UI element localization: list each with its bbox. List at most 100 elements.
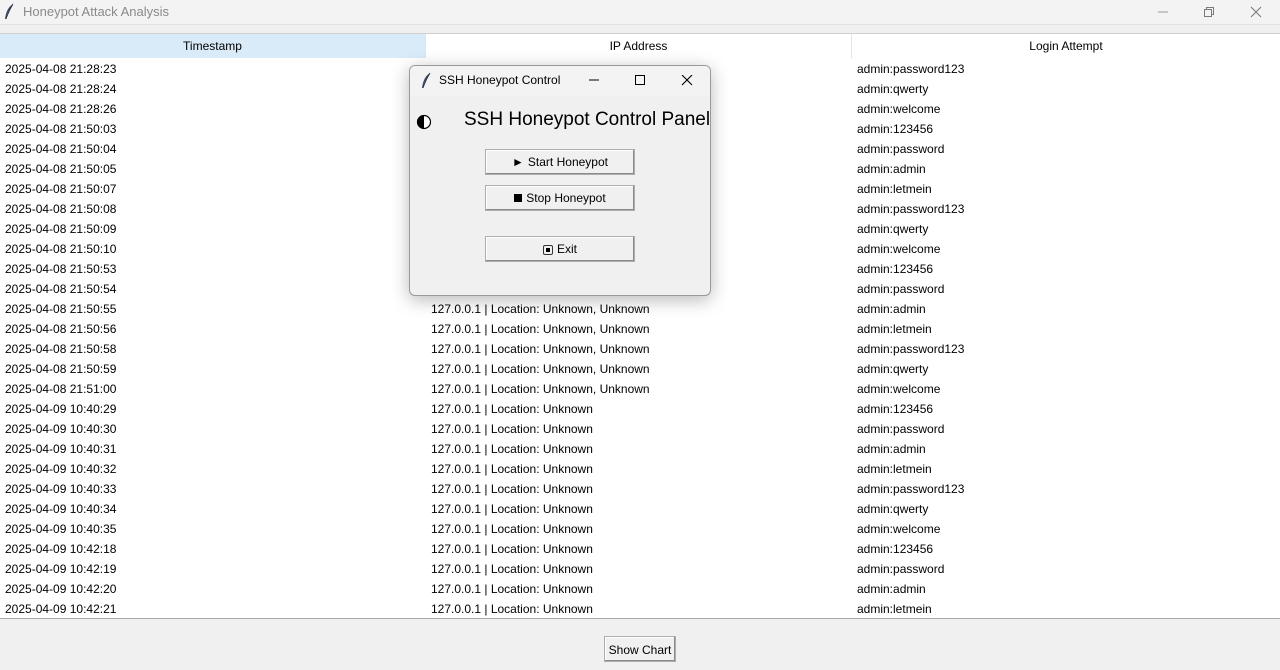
table-row[interactable]: 2025-04-09 10:40:30 127.0.0.1 | Location:… xyxy=(0,419,1280,439)
main-titlebar[interactable]: Honeypot Attack Analysis xyxy=(0,0,1280,25)
table-row[interactable]: 2025-04-09 10:40:29 127.0.0.1 | Location:… xyxy=(0,399,1280,419)
cell-login-attempt: admin:password123 xyxy=(857,482,965,496)
table-row[interactable]: 2025-04-09 10:40:33 127.0.0.1 | Location:… xyxy=(0,479,1280,499)
cell-timestamp: 2025-04-08 21:28:26 xyxy=(5,102,117,116)
cell-login-attempt: admin:admin xyxy=(857,302,926,316)
cell-timestamp: 2025-04-08 21:50:58 xyxy=(5,342,117,356)
cell-timestamp: 2025-04-09 10:42:20 xyxy=(5,582,117,596)
cell-login-attempt: admin:admin xyxy=(857,162,926,176)
column-header-login-attempt[interactable]: Login Attempt xyxy=(852,34,1280,58)
cell-login-attempt: admin:password123 xyxy=(857,202,965,216)
table-row[interactable]: 2025-04-09 10:42:20 127.0.0.1 | Location:… xyxy=(0,579,1280,599)
close-icon xyxy=(681,75,693,86)
cell-login-attempt: admin:123456 xyxy=(857,542,934,556)
dialog-titlebar[interactable]: SSH Honeypot Control xyxy=(410,66,710,96)
cell-login-attempt: admin:123456 xyxy=(857,262,934,276)
cell-timestamp: 2025-04-09 10:42:21 xyxy=(5,602,117,616)
stop-icon xyxy=(514,194,523,202)
cell-login-attempt: admin:qwerty xyxy=(857,362,929,376)
table-row[interactable]: 2025-04-08 21:50:55 127.0.0.1 | Location:… xyxy=(0,299,1280,319)
cell-timestamp: 2025-04-08 21:28:24 xyxy=(5,82,117,96)
cell-login-attempt: admin:password123 xyxy=(857,342,965,356)
cell-ip-address: 127.0.0.1 | Location: Unknown, Unknown xyxy=(431,342,650,356)
exit-icon xyxy=(542,245,553,255)
cell-ip-address: 127.0.0.1 | Location: Unknown xyxy=(431,402,593,416)
stop-honeypot-button[interactable]: Stop Honeypot xyxy=(485,185,635,211)
cell-ip-address: 127.0.0.1 | Location: Unknown xyxy=(431,542,593,556)
cell-timestamp: 2025-04-09 10:42:18 xyxy=(5,542,117,556)
panel-heading: SSH Honeypot Control Panel xyxy=(464,109,711,130)
cell-timestamp: 2025-04-08 21:50:54 xyxy=(5,282,117,296)
cell-timestamp: 2025-04-09 10:40:31 xyxy=(5,442,117,456)
cell-timestamp: 2025-04-08 21:50:53 xyxy=(5,262,117,276)
cell-ip-address: 127.0.0.1 | Location: Unknown, Unknown xyxy=(431,322,650,336)
cell-login-attempt: admin:welcome xyxy=(857,382,941,396)
table-row[interactable]: 2025-04-09 10:42:21 127.0.0.1 | Location:… xyxy=(0,599,1280,618)
cell-timestamp: 2025-04-09 10:40:34 xyxy=(5,502,117,516)
close-button[interactable] xyxy=(1233,0,1279,24)
table-row[interactable]: 2025-04-09 10:42:18 127.0.0.1 | Location:… xyxy=(0,539,1280,559)
feather-icon xyxy=(422,72,431,89)
exit-button[interactable]: Exit xyxy=(485,236,635,262)
dialog-close-button[interactable] xyxy=(664,66,710,96)
cell-login-attempt: admin:letmein xyxy=(857,602,932,616)
table-row[interactable]: 2025-04-09 10:42:19 127.0.0.1 | Location:… xyxy=(0,559,1280,579)
cell-ip-address: 127.0.0.1 | Location: Unknown xyxy=(431,502,593,516)
close-icon xyxy=(1250,6,1262,18)
cell-timestamp: 2025-04-08 21:50:04 xyxy=(5,142,117,156)
show-chart-button[interactable]: Show Chart xyxy=(604,636,676,662)
cell-timestamp: 2025-04-08 21:28:23 xyxy=(5,62,117,76)
table-row[interactable]: 2025-04-09 10:40:34 127.0.0.1 | Location:… xyxy=(0,499,1280,519)
minimize-button[interactable] xyxy=(1140,0,1186,24)
cell-login-attempt: admin:123456 xyxy=(857,122,934,136)
table-row[interactable]: 2025-04-08 21:51:00 127.0.0.1 | Location:… xyxy=(0,379,1280,399)
cell-login-attempt: admin:password123 xyxy=(857,62,965,76)
minimize-icon xyxy=(1158,11,1168,13)
cell-ip-address: 127.0.0.1 | Location: Unknown xyxy=(431,422,593,436)
cell-ip-address: 127.0.0.1 | Location: Unknown, Unknown xyxy=(431,362,650,376)
dialog-minimize-button[interactable] xyxy=(571,66,617,96)
half-circle-icon xyxy=(416,114,432,130)
cell-timestamp: 2025-04-09 10:42:19 xyxy=(5,562,117,576)
table-row[interactable]: 2025-04-08 21:50:59 127.0.0.1 | Location:… xyxy=(0,359,1280,379)
cell-login-attempt: admin:password xyxy=(857,422,945,436)
table-row[interactable]: 2025-04-09 10:40:32 127.0.0.1 | Location:… xyxy=(0,459,1280,479)
table-header: Timestamp IP Address Login Attempt xyxy=(0,34,1280,58)
cell-login-attempt: admin:password xyxy=(857,562,945,576)
cell-ip-address: 127.0.0.1 | Location: Unknown xyxy=(431,522,593,536)
control-dialog: SSH Honeypot Control SSH Honeypot Contro… xyxy=(409,65,711,296)
table-row[interactable]: 2025-04-08 21:50:56 127.0.0.1 | Location:… xyxy=(0,319,1280,339)
dialog-maximize-button[interactable] xyxy=(617,66,663,96)
cell-timestamp: 2025-04-08 21:50:08 xyxy=(5,202,117,216)
table-row[interactable]: 2025-04-09 10:40:35 127.0.0.1 | Location:… xyxy=(0,519,1280,539)
cell-timestamp: 2025-04-08 21:50:56 xyxy=(5,322,117,336)
cell-timestamp: 2025-04-08 21:50:59 xyxy=(5,362,117,376)
cell-timestamp: 2025-04-09 10:40:35 xyxy=(5,522,117,536)
stop-honeypot-label: Stop Honeypot xyxy=(526,191,606,205)
play-icon: ► xyxy=(512,155,524,169)
cell-ip-address: 127.0.0.1 | Location: Unknown, Unknown xyxy=(431,302,650,316)
feather-icon xyxy=(5,3,14,20)
restore-button[interactable] xyxy=(1186,0,1232,24)
cell-login-attempt: admin:qwerty xyxy=(857,502,929,516)
start-honeypot-button[interactable]: ► Start Honeypot xyxy=(485,149,635,175)
cell-login-attempt: admin:welcome xyxy=(857,242,941,256)
dialog-title: SSH Honeypot Control xyxy=(439,73,561,87)
table-row[interactable]: 2025-04-09 10:40:31 127.0.0.1 | Location:… xyxy=(0,439,1280,459)
table-row[interactable]: 2025-04-08 21:50:58 127.0.0.1 | Location:… xyxy=(0,339,1280,359)
column-header-ip-address[interactable]: IP Address xyxy=(426,34,852,58)
cell-ip-address: 127.0.0.1 | Location: Unknown xyxy=(431,462,593,476)
cell-timestamp: 2025-04-09 10:40:33 xyxy=(5,482,117,496)
cell-ip-address: 127.0.0.1 | Location: Unknown xyxy=(431,482,593,496)
cell-login-attempt: admin:123456 xyxy=(857,402,934,416)
exit-label: Exit xyxy=(556,242,577,256)
cell-login-attempt: admin:password xyxy=(857,282,945,296)
cell-timestamp: 2025-04-08 21:50:10 xyxy=(5,242,117,256)
cell-ip-address: 127.0.0.1 | Location: Unknown xyxy=(431,602,593,616)
cell-timestamp: 2025-04-08 21:50:55 xyxy=(5,302,117,316)
cell-timestamp: 2025-04-09 10:40:29 xyxy=(5,402,117,416)
cell-timestamp: 2025-04-08 21:51:00 xyxy=(5,382,117,396)
restore-icon xyxy=(1204,7,1214,17)
column-header-timestamp[interactable]: Timestamp xyxy=(0,34,426,58)
cell-timestamp: 2025-04-09 10:40:30 xyxy=(5,422,117,436)
